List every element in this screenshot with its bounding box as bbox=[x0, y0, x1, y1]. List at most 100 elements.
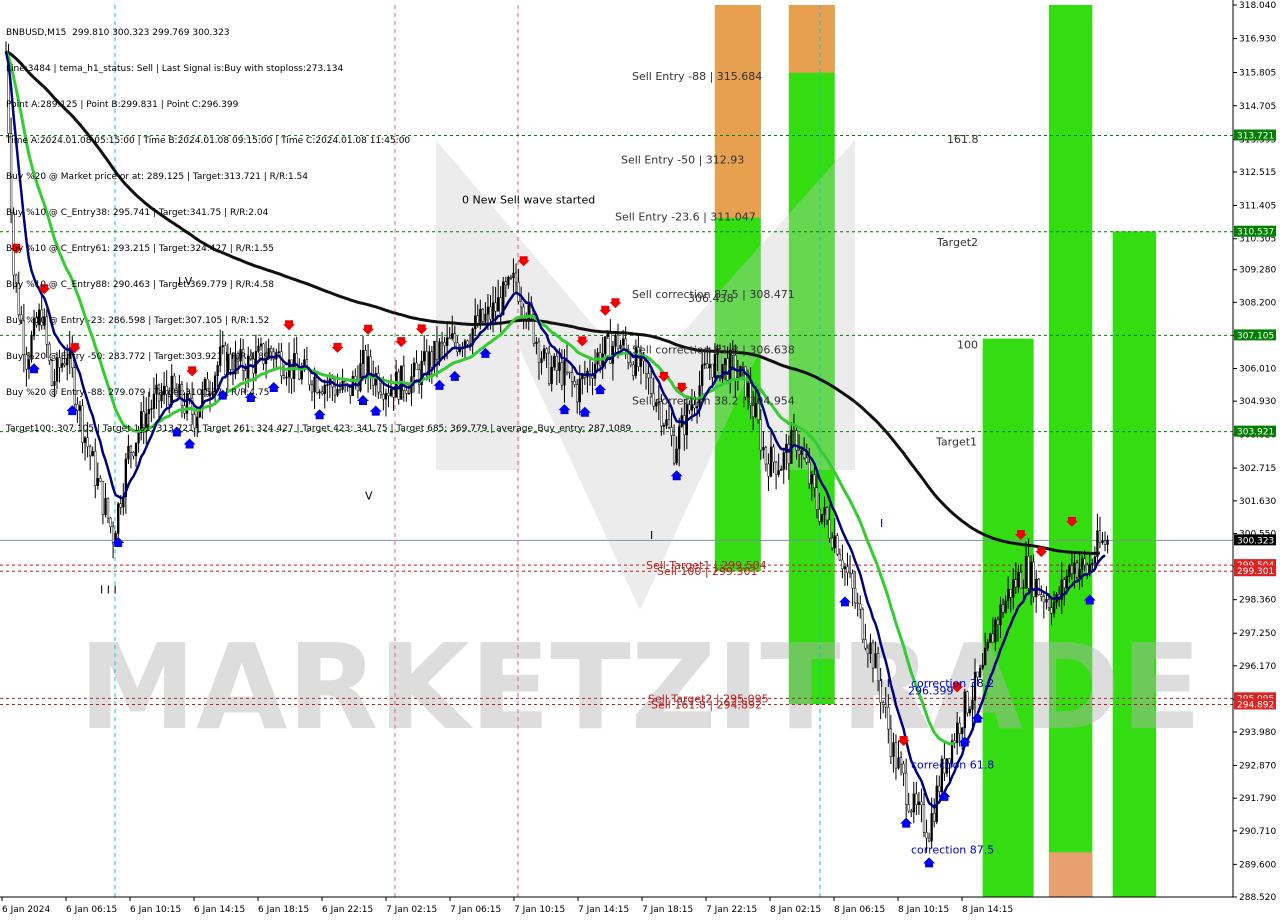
candle-body bbox=[1073, 562, 1076, 574]
candle-body bbox=[897, 757, 900, 769]
buy-arrow-icon bbox=[900, 817, 913, 828]
price-level-label: 313.721 bbox=[1237, 132, 1274, 142]
price-tick-label: 302.715 bbox=[1239, 464, 1276, 474]
candle-body bbox=[759, 419, 762, 451]
candle-body bbox=[1007, 589, 1010, 602]
price-tick-label: 301.630 bbox=[1239, 497, 1276, 507]
candle-body bbox=[767, 463, 770, 477]
candle-body bbox=[930, 813, 933, 842]
candle-body bbox=[800, 450, 803, 455]
price-axis: 318.040316.930315.805314.705313.595312.5… bbox=[1232, 0, 1280, 920]
price-level-label: 303.921 bbox=[1237, 428, 1274, 438]
annotation-label: Sell Entry -88 | 315.684 bbox=[632, 70, 762, 83]
candle-body bbox=[1027, 556, 1030, 589]
time-tick-label: 8 Jan 02:15 bbox=[770, 905, 821, 915]
candle-body bbox=[1029, 561, 1033, 589]
price-tick-label: 306.010 bbox=[1239, 365, 1276, 375]
buy-arrow-icon bbox=[923, 857, 936, 868]
symbol-line: BNBUSD,M15 299.810 300.323 299.769 300.3… bbox=[6, 28, 230, 38]
candle-body bbox=[1063, 579, 1066, 589]
candle-body bbox=[104, 498, 107, 515]
candle-body bbox=[848, 572, 852, 575]
annotation-label: Sell 100 | 299.301 bbox=[657, 565, 758, 578]
time-tick-label: 7 Jan 18:15 bbox=[642, 905, 693, 915]
candle-body bbox=[1012, 579, 1015, 598]
candle-body bbox=[119, 503, 122, 508]
candle-body bbox=[910, 810, 913, 813]
candle-body bbox=[917, 801, 921, 805]
zone-orange bbox=[714, 5, 761, 218]
price-tick-label: 296.170 bbox=[1239, 662, 1276, 672]
candle-body bbox=[922, 804, 926, 833]
candle-body bbox=[876, 653, 880, 681]
price-tick-label: 304.930 bbox=[1239, 397, 1276, 407]
candle-body bbox=[861, 609, 864, 640]
annotation-label: I bbox=[650, 529, 653, 542]
candle-body bbox=[803, 450, 806, 459]
candle-body bbox=[1052, 602, 1056, 614]
candle-body bbox=[1022, 587, 1025, 589]
time-axis: 6 Jan 2024 6 Jan 06:15 6 Jan 10:15 6 Jan 14… bbox=[0, 896, 1233, 915]
candle-body bbox=[762, 447, 765, 451]
candle-body bbox=[741, 366, 745, 368]
candle-body bbox=[841, 559, 844, 570]
chart-window[interactable]: MARKETZITRADE Sell Entry -88 | 315.684 Se… bbox=[0, 0, 1280, 920]
zone-green bbox=[1112, 231, 1157, 897]
candle-body bbox=[823, 507, 826, 515]
candle-body bbox=[1093, 556, 1096, 564]
info-panel: BNBUSD,M15 299.810 300.323 299.769 300.3… bbox=[6, 3, 631, 459]
candle-body bbox=[109, 517, 112, 528]
info-line: Buy %10 @ C_Entry61: 293.215 | Target:32… bbox=[6, 244, 275, 254]
candle-body bbox=[938, 785, 941, 793]
time-tick-label: 7 Jan 02:15 bbox=[386, 905, 437, 915]
price-level-label: 300.323 bbox=[1237, 536, 1274, 546]
candle-body bbox=[854, 587, 857, 604]
time-tick-label: 7 Jan 14:15 bbox=[578, 905, 629, 915]
candle-body bbox=[963, 691, 966, 729]
candle-body bbox=[1065, 576, 1068, 589]
candle-body bbox=[1045, 598, 1048, 603]
candle-body bbox=[999, 604, 1002, 625]
candle-body bbox=[662, 425, 666, 427]
candle-body bbox=[981, 664, 984, 669]
candle-body bbox=[1068, 565, 1071, 577]
candle-body bbox=[1080, 558, 1084, 570]
info-line: Target100: 307.105 | Target 161: 313.721… bbox=[6, 424, 632, 434]
candle-body bbox=[678, 426, 681, 450]
annotation-label: Target1 bbox=[935, 435, 977, 448]
candle-body bbox=[920, 801, 923, 805]
candle-body bbox=[106, 498, 110, 519]
candle-body bbox=[797, 449, 801, 455]
candle-body bbox=[1032, 561, 1035, 598]
candle-body bbox=[892, 742, 895, 757]
info-line: Buy %10 @ Entry -23: 286.598 | Target:30… bbox=[6, 316, 270, 326]
candle-body bbox=[905, 772, 908, 805]
candle-body bbox=[994, 619, 997, 643]
candle-body bbox=[1091, 563, 1094, 565]
time-tick-label: 6 Jan 2024 bbox=[2, 905, 50, 915]
candle-body bbox=[1040, 594, 1043, 597]
candle-body bbox=[882, 702, 885, 705]
candle-body bbox=[1017, 572, 1020, 588]
price-tick-label: 289.600 bbox=[1239, 860, 1276, 870]
price-tick-label: 291.790 bbox=[1239, 794, 1276, 804]
candle-body bbox=[1004, 600, 1007, 613]
candle-body bbox=[711, 363, 714, 378]
candle-body bbox=[836, 535, 839, 555]
candle-body bbox=[777, 470, 780, 475]
candle-body bbox=[96, 478, 99, 486]
candle-body bbox=[894, 742, 898, 769]
candle-body bbox=[117, 503, 120, 534]
annotation-label: Sell correction 38.2 | 304.954 bbox=[632, 394, 795, 407]
info-line: Buy %20 @ Entry -50: 283.772 | Target:30… bbox=[6, 352, 270, 362]
candle-body bbox=[701, 364, 704, 386]
candle-body bbox=[1101, 540, 1104, 543]
candle-body bbox=[667, 419, 671, 428]
buy-arrow-icon bbox=[838, 596, 851, 607]
price-tick-label: 298.360 bbox=[1239, 596, 1276, 606]
candle-body bbox=[902, 763, 905, 774]
candle-body bbox=[632, 364, 635, 376]
candle-body bbox=[782, 452, 785, 470]
zone-salmon bbox=[1048, 852, 1093, 897]
price-tick-label: 290.710 bbox=[1239, 827, 1276, 837]
